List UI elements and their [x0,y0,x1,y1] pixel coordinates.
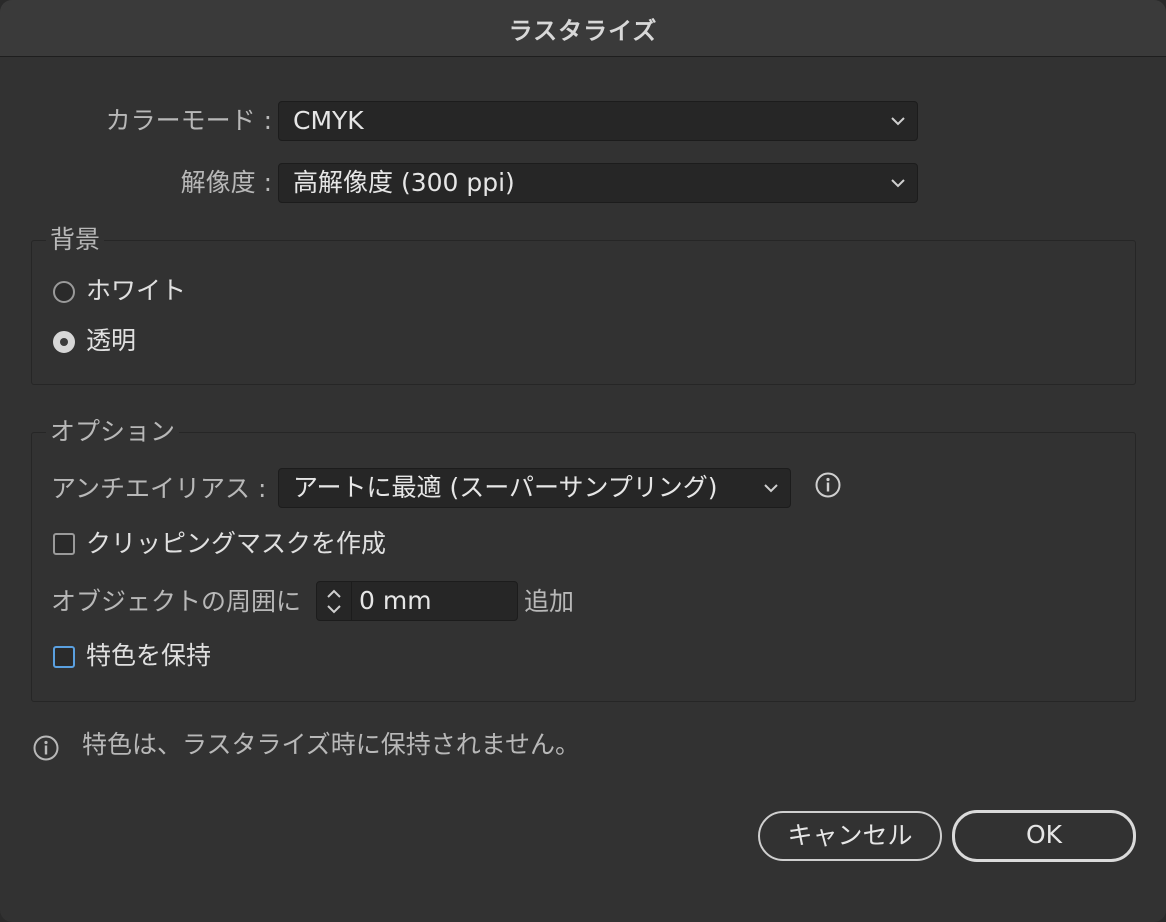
radio-transparent[interactable] [53,331,75,353]
anti-alias-select[interactable]: アートに最適 (スーパーサンプリング) [278,468,791,508]
resolution-label: 解像度 : [180,168,272,197]
add-around-stepper[interactable]: 0 mm [316,581,518,621]
add-around-label: オブジェクトの周囲に [51,587,302,616]
options-group-title: オプション [46,417,180,447]
ok-button[interactable]: OK [952,810,1136,862]
chevron-down-icon [764,484,778,493]
radio-transparent-label[interactable]: 透明 [86,326,136,356]
dialog-title: ラスタライズ [508,16,658,45]
clipping-mask-checkbox[interactable] [53,533,75,555]
title-bar[interactable]: ラスタライズ [0,0,1166,57]
cancel-button[interactable]: キャンセル [758,811,942,861]
add-around-suffix: 追加 [524,587,575,616]
rasterize-dialog: ラスタライズ カラーモード : CMYK 解像度 : 高解像度 (300 ppi… [0,0,1166,922]
chevron-down-icon [891,117,905,126]
info-icon[interactable] [815,472,841,498]
anti-alias-value: アートに最適 (スーパーサンプリング) [293,473,718,502]
color-mode-value: CMYK [293,106,364,135]
color-mode-label: カラーモード : [105,106,272,135]
radio-white[interactable] [53,281,75,303]
stepper-arrows-icon[interactable] [317,582,352,620]
keep-spot-label[interactable]: 特色を保持 [86,641,211,671]
background-group-title: 背景 [46,225,105,255]
background-group [31,240,1136,385]
radio-white-label[interactable]: ホワイト [86,276,186,306]
color-mode-select[interactable]: CMYK [278,101,918,141]
chevron-down-icon [891,179,905,188]
spot-color-notice: 特色は、ラスタライズ時に保持されません。 [82,730,581,759]
info-icon [33,735,59,761]
resolution-value: 高解像度 (300 ppi) [293,168,515,197]
anti-alias-label: アンチエイリアス : [51,474,267,503]
add-around-value[interactable]: 0 mm [359,586,432,616]
clipping-mask-label[interactable]: クリッピングマスクを作成 [86,529,386,559]
resolution-select[interactable]: 高解像度 (300 ppi) [278,163,918,203]
keep-spot-checkbox[interactable] [53,646,75,668]
